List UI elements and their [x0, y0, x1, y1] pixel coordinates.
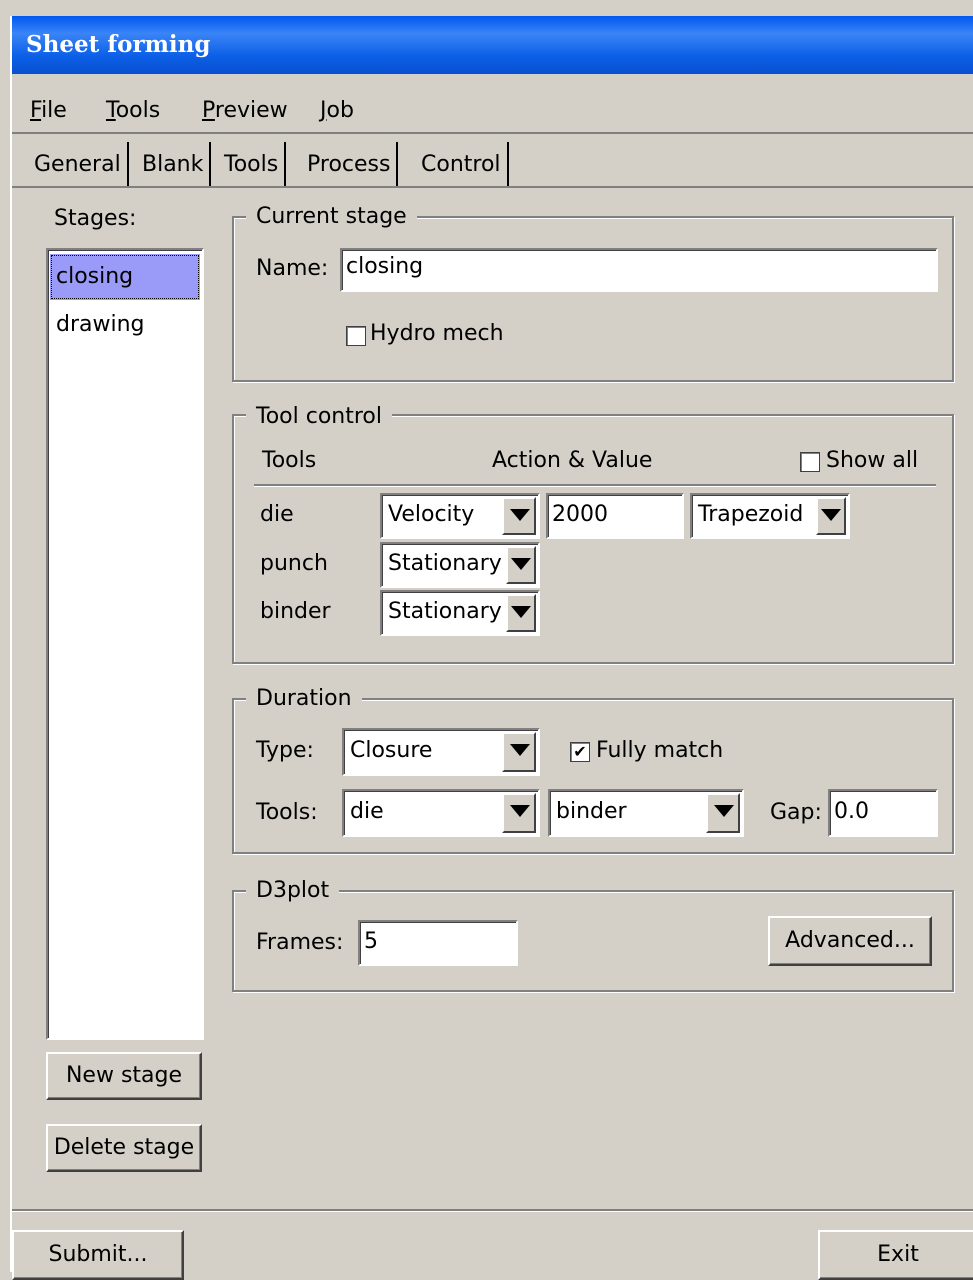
tool-name-punch: punch — [260, 551, 328, 576]
tab-process[interactable]: Process — [301, 142, 399, 186]
fully-match-label: Fully match — [596, 738, 724, 763]
stages-label: Stages: — [54, 206, 137, 231]
gap-input[interactable]: 0.0 — [828, 789, 938, 837]
die-velocity-input[interactable]: 2000 — [546, 493, 684, 539]
menu-job[interactable]: Job — [320, 98, 354, 123]
punch-action-select[interactable]: Stationary — [380, 542, 540, 588]
duration-tool1-select[interactable]: die — [342, 789, 540, 837]
chevron-down-icon[interactable] — [816, 497, 846, 535]
title-bar: Sheet forming — [12, 16, 973, 74]
advanced-button[interactable]: Advanced... — [768, 916, 932, 966]
duration-title: Duration — [246, 686, 362, 712]
menu-tools[interactable]: Tools — [106, 98, 160, 123]
stages-list[interactable]: closing drawing — [46, 248, 204, 1040]
tool-name-binder: binder — [260, 599, 331, 624]
menu-bar: File Tools Preview Job — [12, 86, 973, 134]
sheet-forming-window: Sheet forming File Tools Preview Job Gen… — [10, 16, 973, 1280]
chevron-down-icon[interactable] — [506, 594, 536, 632]
duration-tool2-select[interactable]: binder — [548, 789, 744, 837]
die-profile-select[interactable]: Trapezoid — [690, 493, 850, 539]
d3plot-title: D3plot — [246, 878, 340, 904]
hydro-mech-label: Hydro mech — [370, 321, 504, 346]
gap-label: Gap: — [770, 800, 822, 825]
tab-blank[interactable]: Blank — [136, 142, 212, 186]
tab-bar: General Blank Tools Process Control — [12, 142, 973, 188]
stage-name-input[interactable]: closing — [340, 248, 938, 292]
exit-button[interactable]: Exit — [818, 1230, 973, 1280]
stage-item-drawing[interactable]: drawing — [50, 302, 200, 348]
duration-tools-label: Tools: — [256, 800, 318, 825]
tab-control[interactable]: Control — [415, 142, 509, 186]
header-divider — [254, 484, 936, 487]
show-all-checkbox[interactable] — [800, 452, 820, 472]
duration-type-select[interactable]: Closure — [342, 728, 540, 776]
check-icon: ✔ — [573, 742, 587, 761]
die-action-select[interactable]: Velocity — [380, 493, 540, 539]
show-all-label: Show all — [826, 448, 919, 473]
binder-action-select[interactable]: Stationary — [380, 590, 540, 636]
frames-input[interactable]: 5 — [358, 920, 518, 966]
frames-label: Frames: — [256, 930, 344, 955]
tool-name-die: die — [260, 502, 294, 527]
action-value-column-header: Action & Value — [492, 448, 653, 473]
hydro-mech-checkbox[interactable] — [346, 326, 366, 346]
new-stage-button[interactable]: New stage — [46, 1052, 202, 1100]
fully-match-checkbox[interactable]: ✔ — [570, 742, 590, 762]
chevron-down-icon[interactable] — [502, 732, 536, 772]
chevron-down-icon[interactable] — [502, 793, 536, 833]
chevron-down-icon[interactable] — [502, 497, 536, 535]
duration-type-label: Type: — [256, 738, 314, 763]
stage-item-closing[interactable]: closing — [50, 254, 200, 300]
tools-column-header: Tools — [262, 448, 317, 473]
chevron-down-icon[interactable] — [506, 546, 536, 584]
menu-file[interactable]: File — [30, 98, 67, 123]
tab-general[interactable]: General — [28, 142, 129, 186]
menu-preview[interactable]: Preview — [202, 98, 288, 123]
tool-control-title: Tool control — [246, 404, 392, 430]
current-stage-title: Current stage — [246, 204, 417, 230]
submit-button[interactable]: Submit... — [12, 1230, 184, 1280]
chevron-down-icon[interactable] — [706, 793, 740, 833]
tab-tools[interactable]: Tools — [218, 142, 287, 186]
footer-divider — [12, 1209, 973, 1212]
window-title: Sheet forming — [26, 31, 211, 58]
delete-stage-button[interactable]: Delete stage — [46, 1124, 202, 1172]
name-label: Name: — [256, 256, 329, 281]
current-stage-group — [232, 216, 954, 382]
